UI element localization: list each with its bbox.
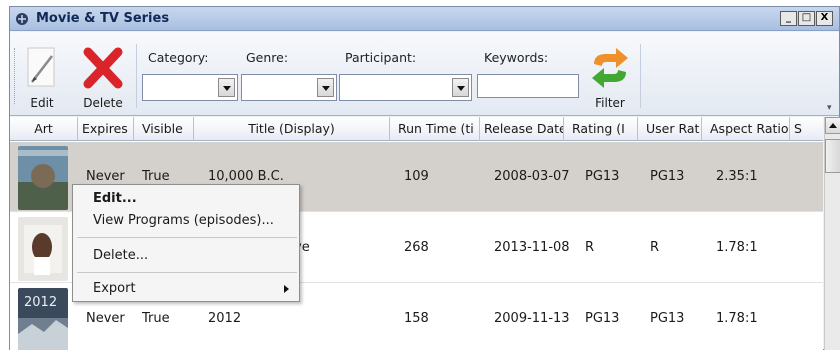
delete-icon bbox=[83, 47, 123, 89]
cell-runtime: 268 bbox=[404, 240, 429, 255]
menu-separator bbox=[77, 237, 297, 238]
poster-image bbox=[18, 146, 68, 210]
keywords-label: Keywords: bbox=[484, 50, 549, 65]
cell-rating: R bbox=[585, 240, 595, 255]
keywords-input[interactable] bbox=[477, 74, 579, 98]
toolbar-separator bbox=[136, 44, 137, 108]
cell-aspect: 1.78:1 bbox=[716, 311, 758, 326]
edit-label: Edit bbox=[30, 96, 54, 110]
cell-runtime: 158 bbox=[404, 311, 429, 326]
poster-image bbox=[18, 217, 68, 281]
window-title: Movie & TV Series bbox=[36, 11, 170, 26]
toolbar-separator bbox=[640, 44, 641, 108]
menu-item-export-label: Export bbox=[93, 281, 136, 296]
cell-aspect: 2.35:1 bbox=[716, 169, 758, 184]
category-dropdown[interactable] bbox=[142, 74, 238, 101]
cell-release: 2013-11-08 bbox=[494, 240, 570, 255]
menu-item-view-programs[interactable]: View Programs (episodes)... bbox=[73, 210, 299, 232]
cell-user-rating: PG13 bbox=[650, 169, 685, 184]
svg-text:2012: 2012 bbox=[24, 295, 57, 310]
filter-icon bbox=[592, 48, 628, 88]
close-button[interactable]: X bbox=[816, 11, 833, 26]
menu-separator bbox=[77, 272, 297, 273]
cell-user-rating: R bbox=[650, 240, 660, 255]
minimize-button[interactable]: _ bbox=[780, 11, 797, 26]
col-header-aspect[interactable]: Aspect Ratio bbox=[702, 117, 790, 141]
toolbar-grip[interactable] bbox=[14, 48, 17, 104]
app-icon bbox=[16, 13, 28, 25]
col-header-visible[interactable]: Visible bbox=[134, 117, 194, 141]
maximize-button[interactable]: □ bbox=[798, 11, 815, 26]
poster-image: 2012 bbox=[18, 288, 68, 350]
title-bar[interactable]: Movie & TV Series _ □ X bbox=[10, 7, 839, 31]
chevron-down-icon[interactable] bbox=[452, 78, 469, 97]
toolbar-overflow-icon[interactable]: ▾ bbox=[827, 103, 837, 113]
col-header-title[interactable]: Title (Display) bbox=[194, 117, 390, 141]
cell-release: 2009-11-13 bbox=[494, 311, 570, 326]
filter-label: Filter bbox=[595, 96, 625, 110]
col-header-user-rating[interactable]: User Rat bbox=[638, 117, 702, 141]
col-header-s[interactable]: S bbox=[790, 117, 823, 141]
participant-dropdown[interactable] bbox=[339, 74, 472, 101]
delete-button[interactable]: Delete bbox=[76, 44, 130, 110]
grid-header: Art Expires Visible Title (Display) Run … bbox=[10, 117, 823, 141]
cell-rating: PG13 bbox=[585, 311, 620, 326]
menu-item-edit[interactable]: Edit... bbox=[73, 188, 299, 210]
cell-rating: PG13 bbox=[585, 169, 620, 184]
col-header-runtime[interactable]: Run Time (ti bbox=[390, 117, 480, 141]
chevron-down-icon[interactable] bbox=[218, 78, 235, 97]
filter-button[interactable]: Filter bbox=[584, 44, 636, 110]
genre-dropdown[interactable] bbox=[241, 74, 337, 101]
col-header-expires[interactable]: Expires bbox=[78, 117, 134, 141]
cell-runtime: 109 bbox=[404, 169, 429, 184]
scroll-thumb[interactable] bbox=[825, 139, 840, 173]
edit-button[interactable]: Edit bbox=[22, 44, 62, 110]
chevron-down-icon[interactable] bbox=[317, 78, 334, 97]
submenu-arrow-icon bbox=[284, 285, 289, 293]
cell-aspect: 1.78:1 bbox=[716, 240, 758, 255]
col-header-rating[interactable]: Rating (I bbox=[564, 117, 638, 141]
edit-icon bbox=[27, 47, 55, 87]
genre-label: Genre: bbox=[246, 50, 289, 65]
delete-label: Delete bbox=[83, 96, 123, 110]
menu-item-export[interactable]: Export bbox=[73, 278, 299, 300]
vertical-scrollbar[interactable] bbox=[824, 117, 840, 350]
col-header-art[interactable]: Art bbox=[10, 117, 78, 141]
cell-user-rating: PG13 bbox=[650, 311, 685, 326]
category-label: Category: bbox=[148, 50, 209, 65]
menu-item-delete[interactable]: Delete... bbox=[73, 245, 299, 267]
participant-label: Participant: bbox=[345, 50, 417, 65]
col-header-release[interactable]: Release Date bbox=[480, 117, 564, 141]
scroll-up-icon[interactable] bbox=[825, 117, 840, 134]
toolbar: Edit Delete Category: Genre: Participant… bbox=[10, 32, 839, 116]
context-menu: Edit... View Programs (episodes)... Dele… bbox=[72, 184, 300, 302]
cell-release: 2008-03-07 bbox=[494, 169, 570, 184]
